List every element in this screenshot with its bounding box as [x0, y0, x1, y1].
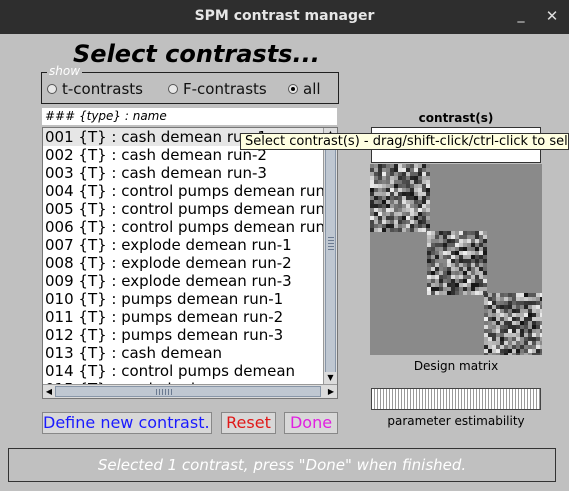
radio-label: F-contrasts	[183, 80, 267, 98]
design-matrix-image	[370, 164, 542, 355]
list-item[interactable]: 003 {T} : cash demean run-3	[43, 164, 323, 182]
radio-label: all	[303, 80, 321, 98]
reset-button[interactable]: Reset	[221, 412, 276, 434]
list-item[interactable]: 012 {T} : pumps demean run-3	[43, 326, 323, 344]
page-title: Select contrasts...	[73, 40, 320, 68]
scroll-left-icon[interactable]: ◀	[43, 385, 55, 398]
radio-circle-icon	[47, 84, 57, 94]
horizontal-scroll-thumb[interactable]	[55, 386, 321, 397]
parameter-estimability-bar	[371, 388, 541, 410]
parameter-estimability-label: parameter estimability	[387, 414, 525, 428]
scroll-down-icon[interactable]: ▼	[324, 372, 337, 384]
define-new-contrast-button[interactable]: Define new contrast...	[42, 412, 212, 434]
scroll-grip-icon	[328, 237, 334, 251]
contrast-list-items: 001 {T} : cash demean run-1 002 {T} : cas…	[43, 128, 323, 384]
vertical-scroll-thumb[interactable]	[325, 140, 336, 374]
list-item[interactable]: 007 {T} : explode demean run-1	[43, 236, 323, 254]
radio-f-contrasts[interactable]: F-contrasts	[168, 80, 267, 98]
list-item[interactable]: 005 {T} : control pumps demean run-2	[43, 200, 323, 218]
list-column-header: ### {type} : name	[42, 108, 337, 125]
horizontal-scrollbar[interactable]: ◀ ▶	[43, 384, 337, 398]
list-item[interactable]: 009 {T} : explode demean run-3	[43, 272, 323, 290]
contrast-plot-title: contrast(s)	[418, 111, 494, 125]
list-item[interactable]: 014 {T} : control pumps demean	[43, 362, 323, 380]
scroll-right-icon[interactable]: ▶	[325, 385, 337, 398]
done-button[interactable]: Done	[284, 412, 338, 434]
design-matrix-label: Design matrix	[413, 359, 499, 373]
list-item[interactable]: 013 {T} : cash demean	[43, 344, 323, 362]
contrast-listbox[interactable]: 001 {T} : cash demean run-1 002 {T} : cas…	[42, 127, 338, 399]
selection-tooltip: Select contrast(s) - drag/shift-click/ct…	[240, 133, 569, 150]
list-item[interactable]: 010 {T} : pumps demean run-1	[43, 290, 323, 308]
show-group-label: show	[47, 64, 83, 78]
radio-t-contrasts[interactable]: t-contrasts	[47, 80, 143, 98]
window-title: SPM contrast manager	[194, 8, 375, 24]
list-item[interactable]: 011 {T} : pumps demean run-2	[43, 308, 323, 326]
minimize-icon[interactable]: _	[511, 6, 531, 26]
list-item[interactable]: 006 {T} : control pumps demean run-3	[43, 218, 323, 236]
radio-selected-icon	[288, 84, 298, 94]
show-filter-group: show t-contrasts F-contrasts all	[41, 65, 339, 104]
radio-label: t-contrasts	[62, 80, 143, 98]
vertical-scrollbar[interactable]: ▲ ▼	[323, 128, 337, 384]
radio-all[interactable]: all	[288, 80, 321, 98]
radio-circle-icon	[168, 84, 178, 94]
window-client-area: Select contrasts... show t-contrasts F-c…	[0, 34, 569, 491]
list-item[interactable]: 004 {T} : control pumps demean run-1	[43, 182, 323, 200]
window-titlebar: SPM contrast manager _ ✕	[0, 0, 569, 34]
list-item[interactable]: 008 {T} : explode demean run-2	[43, 254, 323, 272]
scroll-grip-icon	[156, 389, 172, 395]
status-message: Selected 1 contrast, press "Done" when f…	[8, 448, 556, 482]
close-icon[interactable]: ✕	[541, 6, 563, 28]
